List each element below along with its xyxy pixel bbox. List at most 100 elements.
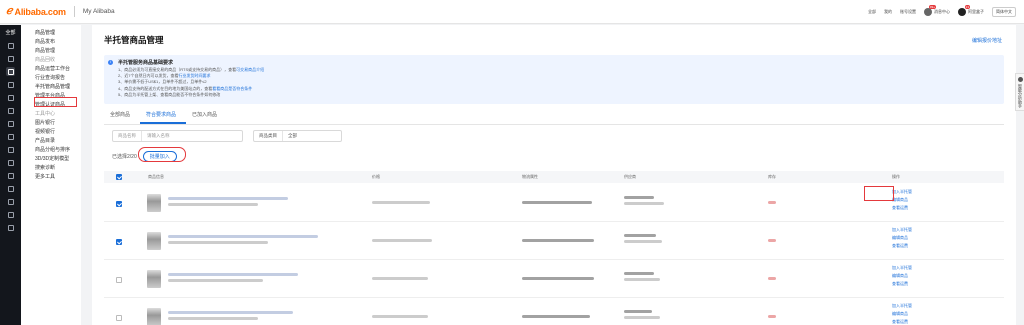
select-all-checkbox[interactable] [116, 174, 122, 180]
category-filter[interactable]: 商品类目 全部 [253, 130, 342, 142]
menu-item-ops-workbench[interactable]: 商品运营工作台 [21, 65, 81, 74]
product-title-redacted[interactable] [168, 235, 318, 238]
stock-redacted [768, 277, 776, 280]
finance-icon[interactable] [6, 119, 15, 128]
asset-icon[interactable] [6, 171, 15, 180]
join-semi-managed-link[interactable]: 加入半托管 [892, 303, 912, 309]
marketing-icon[interactable] [6, 80, 15, 89]
logistics-icon[interactable] [6, 132, 15, 141]
join-semi-managed-link[interactable]: 加入半托管 [892, 189, 912, 195]
table-row: 加入半托管 编辑商品 查看运费 [104, 299, 1004, 325]
view-shipping-link[interactable]: 查看运费 [892, 319, 908, 325]
join-semi-managed-link[interactable]: 加入半托管 [892, 265, 912, 271]
table-header: 商品信息 价格 物流属性 供应商 库存 操作 [104, 171, 1004, 183]
notice-link[interactable]: 可交易商品介绍 [236, 67, 264, 72]
price-redacted [372, 239, 432, 242]
notice-line-text: 1、商品必须为可直接交易的商品（RTS或支持交易的商品），查看 [118, 67, 237, 72]
menu-item-catalog[interactable]: 产品目录 [21, 137, 81, 146]
price-redacted [372, 277, 428, 280]
menu-item-more-tools[interactable]: 更多工具 [21, 173, 81, 182]
alibaba-logo[interactable]: ℯ Alibaba.com [6, 6, 66, 17]
menu-item-grouping[interactable]: 商品分组与排序 [21, 146, 81, 155]
trade-icon[interactable] [6, 145, 15, 154]
notice-link[interactable]: 行业发货时间要求 [178, 73, 210, 78]
edit-quote-address-link[interactable]: 编辑报价地址 [972, 37, 1002, 44]
edit-product-link[interactable]: 编辑商品 [892, 311, 908, 317]
name-filter-type[interactable]: 商品名称 [113, 131, 142, 141]
customs-icon[interactable] [6, 197, 15, 206]
notice-title: 半托管服务商品基础要求 [118, 60, 174, 66]
secondary-menu: 商品管理 商品发布 商品管理 商品回收 商品运营工作台 行业查询报告 半托管商品… [21, 25, 81, 325]
product-thumbnail[interactable] [147, 270, 161, 288]
menu-item-industry-report[interactable]: 行业查询报告 [21, 74, 81, 83]
help-icon[interactable] [6, 184, 15, 193]
product-title-redacted[interactable] [168, 311, 293, 314]
menu-item-3d-models[interactable]: 3D/3D定制模型 [21, 155, 81, 164]
row-checkbox[interactable] [116, 277, 122, 283]
row-checkbox[interactable] [116, 201, 122, 207]
menu-item-semi-managed[interactable]: 半托管商品管理 [21, 83, 81, 92]
notice-link[interactable]: 看看商品是否符合条件 [212, 86, 252, 91]
view-shipping-link[interactable]: 查看运费 [892, 281, 908, 287]
col-supplier: 供应商 [624, 174, 636, 179]
menu-item-video-bank[interactable]: 视频银行 [21, 128, 81, 137]
data-icon[interactable] [6, 93, 15, 102]
supplier-redacted [624, 234, 656, 237]
menu-item-image-bank[interactable]: 图片银行 [21, 119, 81, 128]
view-shipping-link[interactable]: 查看运费 [892, 205, 908, 211]
my-alibaba-title[interactable]: My Alibaba [83, 8, 115, 15]
home-icon[interactable] [6, 41, 15, 50]
product-thumbnail[interactable] [147, 194, 161, 212]
product-meta-redacted [168, 203, 258, 206]
product-title-redacted[interactable] [168, 273, 298, 276]
floating-assistant-tab[interactable]: 智能分析助手 [1015, 73, 1024, 111]
category-select[interactable]: 全部 [283, 133, 341, 139]
top-link-account-settings[interactable]: 账号设置 [900, 9, 916, 15]
message-center-button[interactable]: 99+ 消息中心 [924, 4, 950, 16]
stock-redacted [768, 315, 776, 318]
name-search-filter[interactable]: 商品名称 请输入名称 [112, 130, 243, 142]
menu-heading-tools: 工具中心 [35, 111, 56, 117]
supplier-meta-redacted [624, 316, 660, 319]
product-thumbnail[interactable] [147, 308, 161, 325]
primary-nav: 全部 [0, 25, 21, 325]
top-link-mine[interactable]: 我的 [884, 9, 892, 15]
menu-item-product-publish[interactable]: 商品发布 [21, 38, 81, 47]
col-price: 价格 [372, 174, 380, 179]
menu-item-product-manage[interactable]: 商品管理 [21, 47, 81, 56]
product-title-redacted[interactable] [168, 197, 288, 200]
apps-icon[interactable] [6, 223, 15, 232]
ad-icon[interactable] [6, 106, 15, 115]
menu-item-product-recycle[interactable]: 商品回收 [21, 56, 81, 65]
menu-item-search-diagnosis[interactable]: 搜索诊断 [21, 164, 81, 173]
service-icon[interactable] [6, 158, 15, 167]
top-link-all[interactable]: 全部 [868, 9, 876, 15]
search-input[interactable]: 请输入名称 [142, 133, 242, 139]
tab-all-products[interactable]: 全部商品 [104, 109, 140, 124]
edit-product-link[interactable]: 编辑商品 [892, 197, 908, 203]
logistics-redacted [522, 239, 594, 242]
notice-line-text: 3、单价需不低于US$1，且单件不超过，且单件≤2 [118, 79, 207, 85]
tab-joined-products[interactable]: 已加入商品 [186, 109, 227, 124]
language-select[interactable]: 简体中文 [992, 6, 1016, 17]
product-icon[interactable] [6, 67, 15, 76]
category-filter-label: 商品类目 [254, 131, 283, 141]
menu-heading-product-management[interactable]: 商品管理 [21, 29, 81, 38]
logistics-redacted [522, 315, 590, 318]
alibaba-logo-text: Alibaba.com [14, 6, 67, 17]
tab-eligible-products[interactable]: 符合要求商品 [140, 109, 187, 124]
edit-product-link[interactable]: 编辑商品 [892, 273, 908, 279]
row-checkbox[interactable] [116, 239, 122, 245]
nav-all-label[interactable]: 全部 [5, 29, 15, 36]
account-icon[interactable] [6, 210, 15, 219]
top-bar: ℯ Alibaba.com My Alibaba 全部 我的 账号设置 99+ … [0, 0, 1024, 24]
ali-box-button[interactable]: 13 阿里盒子 [958, 4, 984, 16]
join-semi-managed-link[interactable]: 加入半托管 [892, 227, 912, 233]
view-shipping-link[interactable]: 查看运费 [892, 243, 908, 249]
table-row: 加入半托管 编辑商品 查看运费 [104, 223, 1004, 260]
row-checkbox[interactable] [116, 315, 122, 321]
store-icon[interactable] [6, 54, 15, 63]
edit-product-link[interactable]: 编辑商品 [892, 235, 908, 241]
product-thumbnail[interactable] [147, 232, 161, 250]
product-meta-redacted [168, 241, 268, 244]
